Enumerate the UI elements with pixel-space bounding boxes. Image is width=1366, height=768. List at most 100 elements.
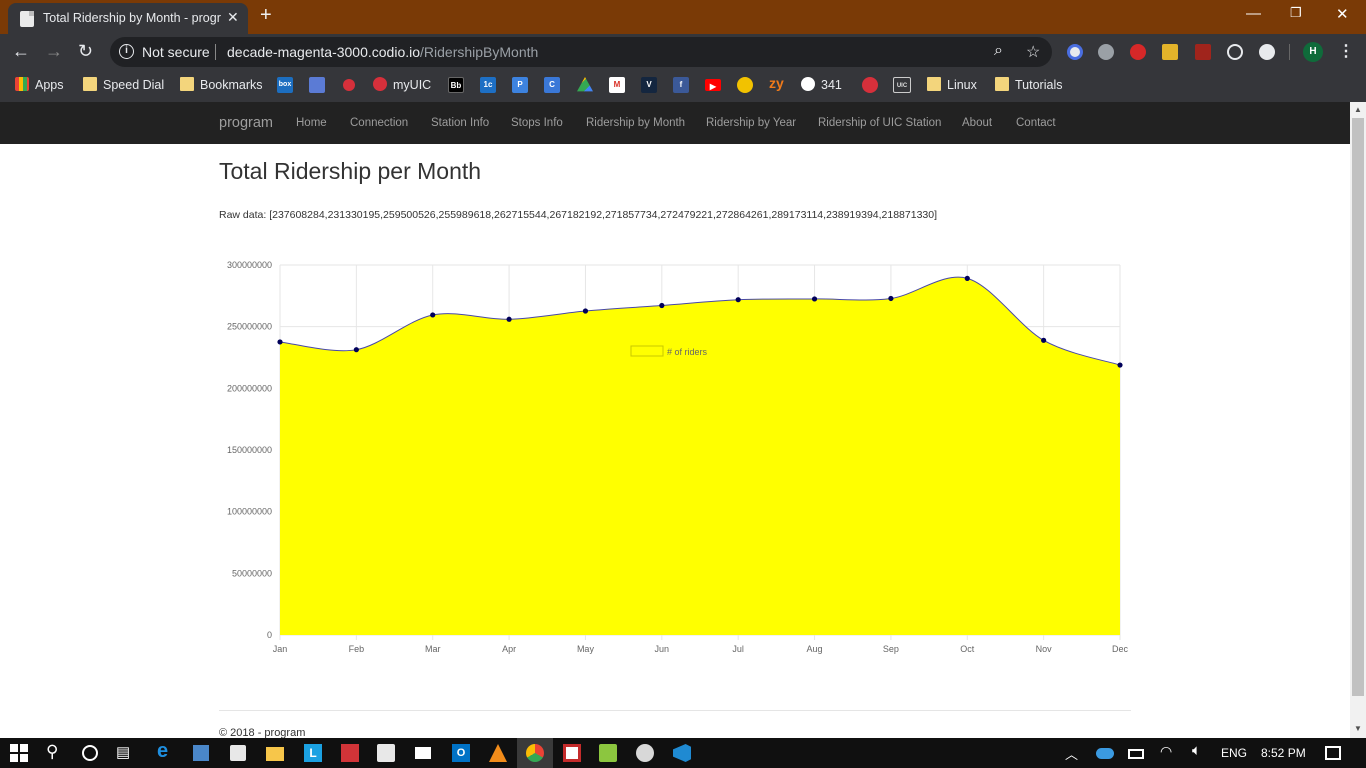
forward-arrow-icon[interactable]: → — [45, 41, 63, 62]
show-hidden-icons-chevron-icon[interactable]: ︿ — [1065, 744, 1078, 763]
extension-block-icon[interactable] — [1067, 44, 1083, 60]
url-text[interactable]: decade-magenta-3000.codio.io/RidershipBy… — [227, 44, 538, 60]
blackboard-icon[interactable]: Bb — [448, 77, 464, 93]
bookmark-341[interactable]: 341 — [801, 77, 842, 95]
nav-station-info[interactable]: Station Info — [431, 117, 489, 129]
nav-contact[interactable]: Contact — [1016, 117, 1056, 129]
windows-start-icon[interactable] — [10, 744, 28, 762]
nav-about[interactable]: About — [962, 117, 992, 129]
network-tool-icon[interactable] — [193, 745, 209, 761]
battery-icon[interactable] — [1128, 749, 1144, 759]
bookmark-myuic[interactable]: myUIC — [373, 77, 431, 95]
y-tick-label: 200000000 — [227, 383, 272, 393]
task-view-icon[interactable]: ▤ — [116, 743, 130, 761]
chart-legend[interactable]: # of riders — [630, 345, 708, 357]
back-arrow-icon[interactable]: ← — [12, 41, 30, 62]
nav-home[interactable]: Home — [296, 117, 327, 129]
info-icon[interactable]: i — [119, 44, 134, 59]
l-app-icon[interactable]: L — [304, 744, 322, 762]
apps-grid-icon — [15, 77, 29, 91]
extension-react-icon[interactable] — [1227, 44, 1243, 60]
y-tick-label: 150000000 — [227, 445, 272, 455]
c-icon[interactable]: C — [544, 77, 560, 93]
scroll-down-arrow-icon[interactable]: ▼ — [1354, 724, 1362, 733]
extension-note-icon[interactable] — [1162, 44, 1178, 60]
extension-clock-icon[interactable] — [1259, 44, 1275, 60]
extension-hand-icon[interactable] — [1130, 44, 1146, 60]
extension-pdf-icon[interactable] — [1195, 44, 1211, 60]
nav-connection[interactable]: Connection — [350, 117, 408, 129]
notepad-icon[interactable] — [599, 744, 617, 762]
file-explorer-icon[interactable] — [266, 747, 284, 761]
mail-icon[interactable] — [415, 747, 431, 759]
security-label: Not secure — [142, 44, 210, 60]
wifi-icon[interactable]: ◠ — [1160, 743, 1172, 760]
bookmark-label: Linux — [947, 78, 977, 92]
minimize-icon[interactable]: — — [1246, 5, 1261, 22]
url-path: /RidershipByMonth — [420, 44, 539, 60]
extension-globe-icon[interactable] — [1098, 44, 1114, 60]
red-app-icon[interactable] — [341, 744, 359, 762]
stop-icon[interactable] — [343, 79, 355, 91]
bookmark-apps[interactable]: Apps — [15, 77, 64, 95]
data-point-may — [582, 308, 589, 314]
outlook-icon[interactable]: O — [452, 744, 470, 762]
bookmark-star-icon[interactable]: ☆ — [1026, 42, 1040, 62]
bookmark-linux[interactable]: Linux — [927, 77, 977, 95]
scroll-thumb[interactable] — [1352, 118, 1364, 696]
search-icon[interactable]: ⚲ — [46, 742, 58, 762]
reload-icon[interactable]: ↻ — [78, 41, 93, 62]
yellow-logo-icon[interactable] — [737, 77, 753, 93]
box-icon[interactable]: box — [277, 77, 293, 93]
gmail-icon[interactable]: M — [609, 77, 625, 93]
chrome-icon[interactable] — [526, 744, 544, 762]
nav-ridership-by-year[interactable]: Ridership by Year — [706, 117, 796, 129]
paint-icon[interactable] — [377, 744, 395, 762]
v-icon[interactable]: V — [641, 77, 657, 93]
active-tab[interactable]: Total Ridership by Month - progr ✕ — [8, 3, 248, 34]
profile-avatar[interactable]: H — [1303, 42, 1323, 62]
red-box-icon[interactable] — [563, 744, 581, 762]
page-scrollbar[interactable]: ▲ ▼ — [1350, 102, 1366, 738]
youtube-icon[interactable]: ▶ — [705, 79, 721, 91]
address-bar[interactable]: i Not secure decade-magenta-3000.codio.i… — [110, 37, 1052, 67]
vscode-icon[interactable] — [673, 744, 691, 762]
nav-ridership-uic-station[interactable]: Ridership of UIC Station — [818, 117, 941, 129]
data-point-jun — [659, 302, 665, 309]
clock-time[interactable]: 8:52 PM — [1261, 746, 1306, 760]
scroll-up-arrow-icon[interactable]: ▲ — [1354, 105, 1362, 114]
url-host: decade-magenta-3000.codio.io — [227, 44, 421, 60]
store-icon[interactable] — [230, 745, 246, 761]
onedrive-icon[interactable] — [1096, 748, 1114, 759]
uic-box-icon[interactable]: UIC — [893, 77, 911, 93]
browser-menu-icon[interactable]: ⋮ — [1338, 41, 1354, 61]
site-brand[interactable]: program — [219, 115, 273, 131]
nav-ridership-by-month[interactable]: Ridership by Month — [586, 117, 685, 129]
facebook-icon[interactable]: f — [673, 77, 689, 93]
vlc-icon[interactable] — [489, 744, 507, 762]
new-tab-icon[interactable]: + — [260, 4, 272, 27]
tab-close-icon[interactable]: ✕ — [227, 9, 239, 26]
language-indicator[interactable]: ENG — [1221, 746, 1247, 760]
restore-icon[interactable]: ❐ — [1290, 5, 1302, 21]
nav-stops-info[interactable]: Stops Info — [511, 117, 563, 129]
chart-area-layer — [279, 276, 1121, 635]
notifications-icon[interactable] — [1325, 746, 1341, 760]
bookmark-bookmarks[interactable]: Bookmarks — [180, 77, 263, 95]
p-icon[interactable]: P — [512, 77, 528, 93]
volume-icon[interactable]: 🔈︎ — [1192, 742, 1201, 759]
paint-palette-icon[interactable] — [636, 744, 654, 762]
docs-icon[interactable] — [309, 77, 325, 93]
windows-taskbar: ⚲ ▤ e L O ︿ ◠ 🔈︎ ENG 8:52 PM — [0, 738, 1366, 768]
ic-icon[interactable]: 1c — [480, 77, 496, 93]
y-tick-label: 100000000 — [227, 507, 272, 517]
cortana-icon[interactable] — [82, 745, 98, 761]
zoom-icon[interactable]: ⌕ — [994, 42, 1003, 60]
edge-icon[interactable]: e — [157, 740, 168, 763]
bookmark-label: Tutorials — [1015, 78, 1063, 92]
close-window-icon[interactable]: ✕ — [1336, 5, 1349, 23]
uic-red-icon[interactable] — [862, 77, 878, 93]
bookmark-speed-dial[interactable]: Speed Dial — [83, 77, 164, 95]
bookmark-tutorials[interactable]: Tutorials — [995, 77, 1062, 95]
zybooks-icon[interactable]: zy — [769, 75, 784, 93]
